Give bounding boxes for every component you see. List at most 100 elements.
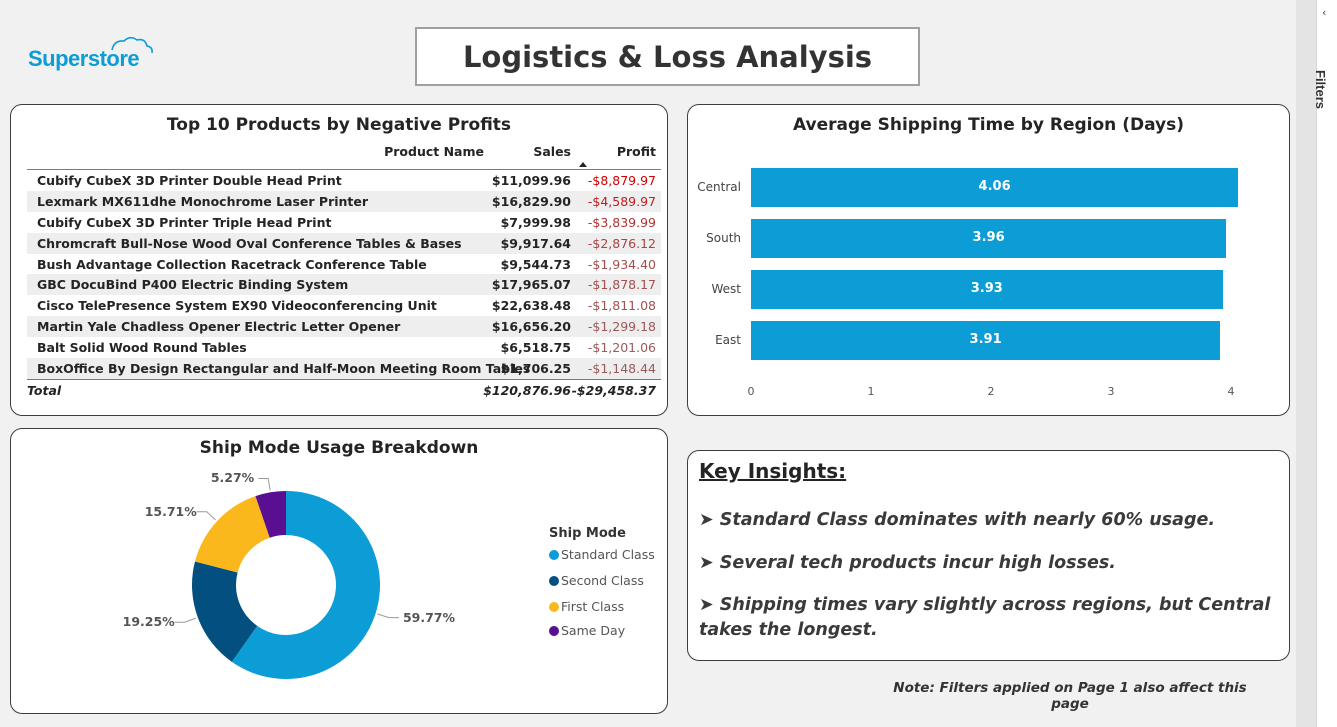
products-table-card[interactable]: Top 10 Products by Negative Profits Prod… <box>10 104 668 416</box>
chevron-left-icon[interactable]: ‹ <box>1322 6 1326 19</box>
product-name-cell: Martin Yale Chadless Opener Electric Let… <box>37 319 401 335</box>
donut-leader-line <box>377 613 399 619</box>
column-header-product-name[interactable]: Product Name <box>384 144 484 159</box>
table-row[interactable]: Cubify CubeX 3D Printer Double Head Prin… <box>27 170 661 191</box>
total-label: Total <box>27 382 62 398</box>
report-canvas: Superstore Logistics & Loss Analysis Top… <box>0 0 1296 727</box>
sales-cell: $17,965.07 <box>491 277 571 293</box>
bar-category-label: West <box>711 281 741 296</box>
profit-cell: -$1,811.08 <box>587 298 656 314</box>
products-table[interactable]: Product Name Sales Profit Cubify CubeX 3… <box>27 140 661 401</box>
filters-pane-label[interactable]: Filters <box>1313 70 1328 109</box>
legend-item-second-class[interactable]: Second Class <box>549 573 644 588</box>
filters-pane[interactable]: ‹ Filters <box>1313 0 1337 727</box>
x-axis-tick-label: 2 <box>987 385 995 398</box>
legend-color-dot <box>549 601 559 612</box>
table-row[interactable]: Bush Advantage Collection Racetrack Conf… <box>27 254 661 275</box>
total-profit: -$29,458.37 <box>571 382 656 398</box>
x-axis-tick-label: 1 <box>867 385 875 398</box>
table-row[interactable]: GBC DocuBind P400 Electric Binding Syste… <box>27 274 661 296</box>
table-row[interactable]: Cubify CubeX 3D Printer Triple Head Prin… <box>27 212 661 233</box>
bar-category-label: South <box>706 230 741 245</box>
product-name-cell: Bush Advantage Collection Racetrack Conf… <box>37 256 427 272</box>
bar-data-label: 4.06 <box>978 178 1011 194</box>
table-row[interactable]: Balt Solid Wood Round Tables $6,518.75 -$1… <box>27 337 661 358</box>
x-axis-tick-label: 0 <box>747 385 755 398</box>
bar-data-label: 3.91 <box>969 331 1002 347</box>
total-sales: $120,876.96 <box>483 382 571 398</box>
bar-category-label: East <box>715 332 741 347</box>
superstore-logo: Superstore <box>28 36 153 71</box>
insight-item: ➤ Several tech products incur high losse… <box>699 553 1116 573</box>
product-name-cell: Cisco TelePresence System EX90 Videoconf… <box>37 298 437 314</box>
legend-title: Ship Mode <box>549 526 626 541</box>
sales-cell: $22,638.48 <box>491 298 571 314</box>
bar-data-label: 3.96 <box>972 229 1005 245</box>
legend-label: Same Day <box>561 623 626 638</box>
profit-cell: -$3,839.99 <box>587 214 656 230</box>
profit-cell: -$1,878.17 <box>587 277 656 293</box>
legend-item-first-class[interactable]: First Class <box>549 599 624 614</box>
ship-mode-chart-card[interactable]: Ship Mode Usage Breakdown 59.77% 19.25% 15… <box>10 428 668 714</box>
donut-leader-line <box>258 477 271 491</box>
x-axis-tick-label: 3 <box>1107 385 1115 398</box>
legend-item-same-day[interactable]: Same Day <box>549 623 625 638</box>
product-name-cell: Cubify CubeX 3D Printer Triple Head Prin… <box>37 214 332 230</box>
table-row[interactable]: BoxOffice By Design Rectangular and Half… <box>27 358 661 379</box>
product-name-cell: BoxOffice By Design Rectangular and Half… <box>37 361 531 377</box>
insights-heading: Key Insights: <box>699 459 847 483</box>
profit-cell: -$1,148.44 <box>587 361 656 377</box>
sort-ascending-icon[interactable] <box>579 162 587 167</box>
column-header-sales[interactable]: Sales <box>533 144 571 159</box>
ship-mode-donut-chart[interactable] <box>11 429 667 713</box>
table-total-row: Total $120,876.96 -$29,458.37 <box>27 378 661 401</box>
column-header-profit[interactable]: Profit <box>617 144 656 159</box>
shipping-time-chart-card[interactable]: Average Shipping Time by Region (Days) C… <box>687 104 1290 416</box>
key-insights-card: Key Insights: ➤ Standard Class dominates… <box>687 450 1290 661</box>
product-name-cell: Lexmark MX611dhe Monochrome Laser Printe… <box>37 193 369 209</box>
x-axis-tick-label: 4 <box>1227 385 1235 398</box>
donut-percent-label: 15.71% <box>144 503 197 519</box>
donut-slice-first-class[interactable] <box>194 496 270 573</box>
canvas-scroll-area <box>1296 0 1316 727</box>
page-title: Logistics & Loss Analysis <box>462 39 873 74</box>
table-row[interactable]: Chromcraft Bull-Nose Wood Oval Conferenc… <box>27 232 661 254</box>
sales-cell: $16,829.90 <box>491 193 571 209</box>
sales-cell: $6,518.75 <box>500 340 571 356</box>
sales-cell: $9,544.73 <box>500 256 571 272</box>
legend-label: Standard Class <box>561 547 655 562</box>
profit-cell: -$1,201.06 <box>587 340 656 356</box>
donut-leader-line <box>174 617 197 623</box>
legend-color-dot <box>549 549 559 560</box>
products-table-title: Top 10 Products by Negative Profits <box>166 115 512 135</box>
donut-percent-label: 19.25% <box>122 614 175 630</box>
profit-cell: -$4,589.97 <box>587 193 656 209</box>
table-row[interactable]: Cisco TelePresence System EX90 Videoconf… <box>27 295 661 316</box>
sales-cell: $9,917.64 <box>500 235 571 251</box>
bar-category-label: Central <box>697 179 741 194</box>
sales-cell: $16,656.20 <box>491 319 571 335</box>
donut-percent-label: 5.27% <box>210 470 255 486</box>
legend-label: First Class <box>561 599 625 614</box>
sales-cell: $7,999.98 <box>500 214 571 230</box>
product-name-cell: Balt Solid Wood Round Tables <box>37 340 247 356</box>
profit-cell: -$1,934.40 <box>587 256 656 272</box>
donut-percent-label: 59.77% <box>402 609 456 625</box>
bar-data-label: 3.93 <box>970 280 1003 296</box>
legend-label: Second Class <box>561 573 644 588</box>
product-name-cell: Chromcraft Bull-Nose Wood Oval Conferenc… <box>37 235 462 251</box>
insight-item: ➤ Standard Class dominates with nearly 6… <box>699 510 1216 530</box>
donut-leader-line <box>196 511 216 521</box>
profit-cell: -$2,876.12 <box>587 235 656 251</box>
table-row[interactable]: Lexmark MX611dhe Monochrome Laser Printe… <box>27 190 661 212</box>
sales-cell: $11,099.96 <box>491 173 571 188</box>
page-title-box: Logistics & Loss Analysis <box>415 27 920 86</box>
shipping-bar-chart[interactable]: Central 4.06 South 3.96 West 3.93 East 3.91 0 1 2 3… <box>688 105 1291 417</box>
product-name-cell: Cubify CubeX 3D Printer Double Head Prin… <box>37 173 342 188</box>
svg-text:Superstore: Superstore <box>28 46 139 71</box>
table-row[interactable]: Martin Yale Chadless Opener Electric Let… <box>27 316 661 338</box>
legend-color-dot <box>549 625 559 636</box>
profit-cell: -$8,879.97 <box>587 173 656 188</box>
legend-item-standard-class[interactable]: Standard Class <box>549 547 655 562</box>
legend-color-dot <box>549 575 559 586</box>
